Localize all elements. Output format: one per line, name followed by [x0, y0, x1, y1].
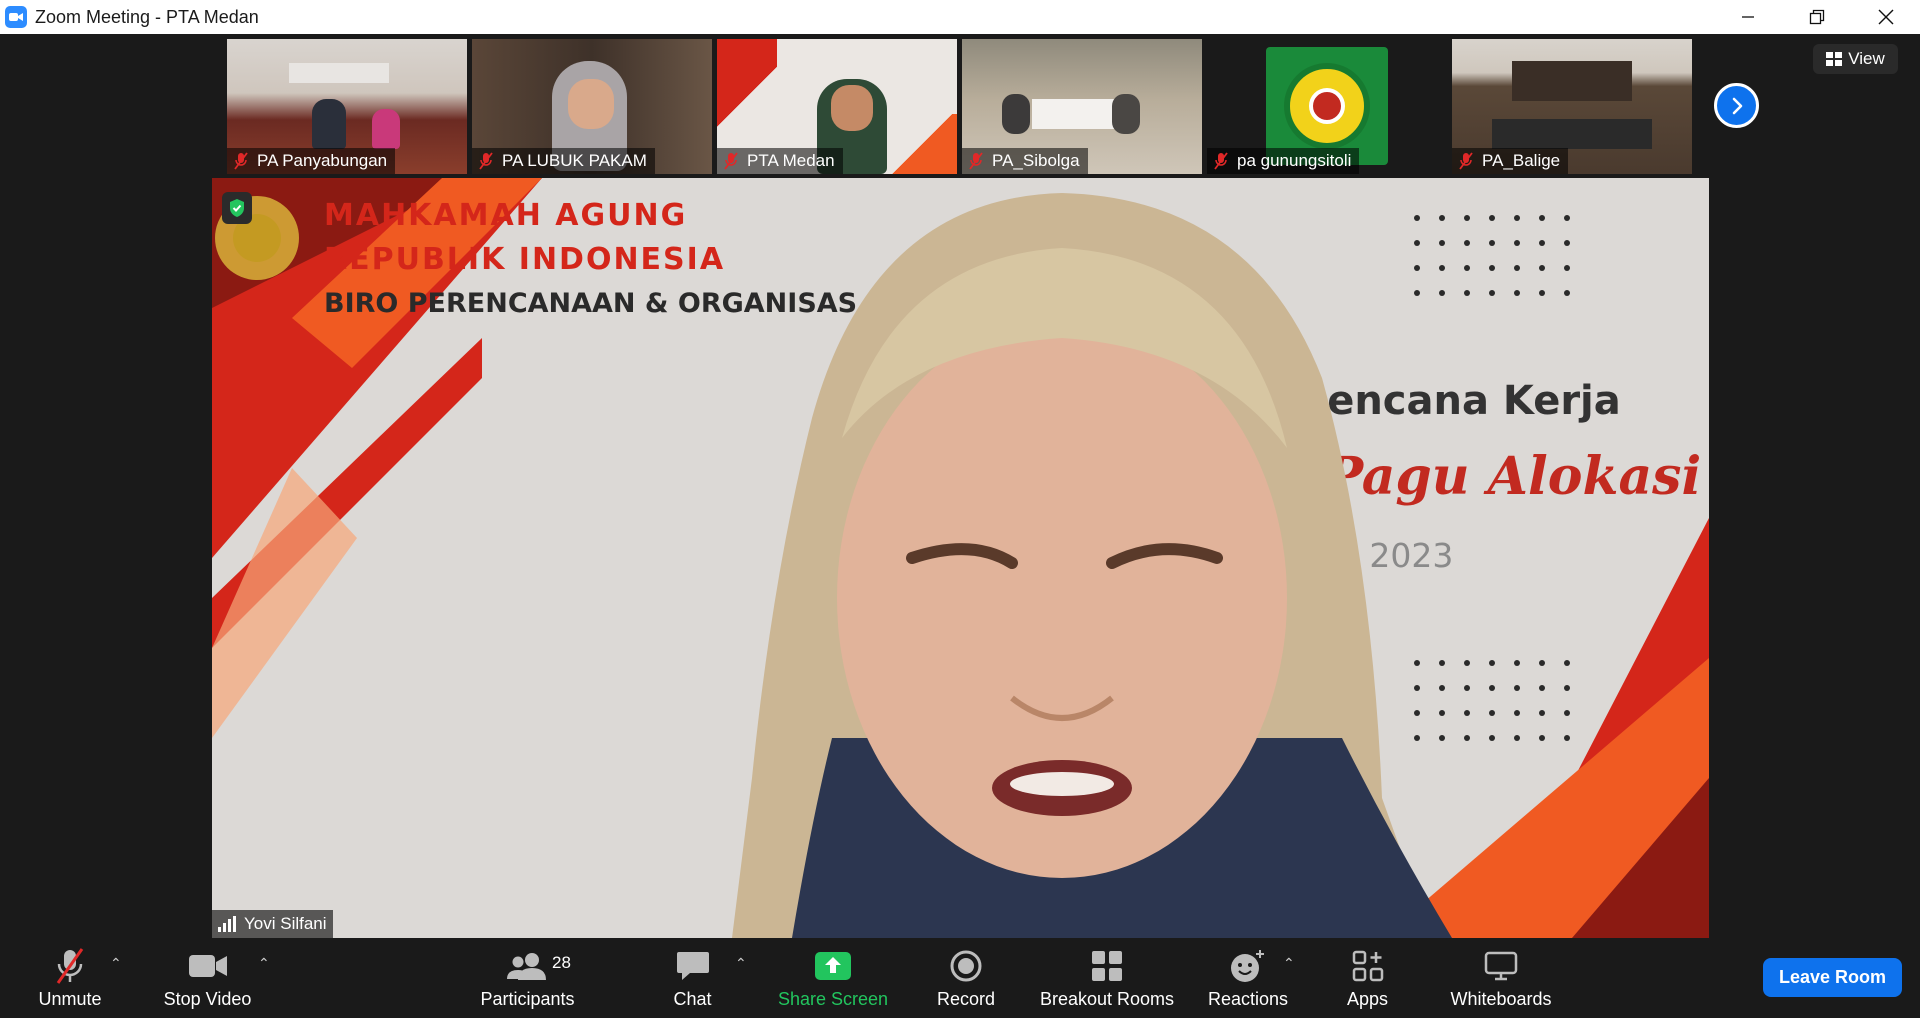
share-screen-label: Share Screen: [777, 989, 889, 1009]
grid-view-icon: [1826, 52, 1843, 66]
chat-bubble-icon: [676, 952, 709, 980]
person-face: [831, 85, 873, 131]
participant-tile-panyabungan[interactable]: PA Panyabungan: [227, 39, 467, 174]
record-label: Record: [936, 989, 996, 1009]
muted-mic-icon: [1214, 152, 1228, 170]
participant-name: PA_Sibolga: [992, 151, 1080, 170]
participant-tile-sibolga[interactable]: PA_Sibolga: [962, 39, 1202, 174]
reactions-options-caret-icon[interactable]: ⌃: [1283, 955, 1295, 972]
participant-name-label: PA_Balige: [1452, 148, 1569, 174]
participant-name-label: pa gunungsitoli: [1207, 148, 1360, 174]
speaker-name-label: Yovi Silfani: [212, 910, 333, 938]
participant-name-label: PTA Medan: [717, 148, 843, 174]
view-label: View: [1848, 49, 1885, 68]
meeting-toolbar: Unmute ⌃ Stop Video ⌃ 28 Participants Ch…: [0, 941, 1920, 1018]
active-speaker-video: MAHKAMAH AGUNG REPUBLIK INDONESIA BIRO P…: [212, 178, 1709, 938]
participant-name-label: PA Panyabungan: [227, 148, 396, 174]
participant-tile-lubuk-pakam[interactable]: PA LUBUK PAKAM: [472, 39, 712, 174]
speaker-name: Yovi Silfani: [244, 914, 327, 933]
unmute-button[interactable]: Unmute: [30, 947, 110, 1017]
person-silhouette: [372, 109, 400, 149]
chat-button[interactable]: Chat: [660, 947, 725, 1017]
participant-name: PTA Medan: [747, 151, 835, 170]
apps-icon: [1352, 950, 1383, 982]
whiteboards-label: Whiteboards: [1450, 989, 1552, 1009]
participants-button[interactable]: 28 Participants: [470, 947, 585, 1017]
unmute-label: Unmute: [38, 989, 102, 1009]
muted-mic-icon: [724, 152, 738, 170]
backdrop-sign: [1512, 61, 1632, 101]
title-bar: Zoom Meeting - PTA Medan: [0, 0, 1920, 34]
stop-video-label: Stop Video: [163, 989, 252, 1009]
participants-icon: [506, 953, 546, 980]
signal-strength-icon: [218, 916, 236, 932]
close-button[interactable]: [1851, 0, 1920, 34]
participant-tile-gunungsitoli[interactable]: pa gunungsitoli: [1207, 39, 1447, 174]
video-options-caret-icon[interactable]: ⌃: [258, 955, 270, 972]
chevron-right-icon: [1732, 97, 1742, 114]
share-screen-button[interactable]: Share Screen: [772, 947, 894, 1017]
muted-mic-icon: [234, 152, 248, 170]
participant-name-label: PA LUBUK PAKAM: [472, 148, 655, 174]
participant-name-label: PA_Sibolga: [962, 148, 1088, 174]
chat-label: Chat: [673, 989, 712, 1009]
record-button[interactable]: Record: [935, 947, 997, 1017]
participant-name: pa gunungsitoli: [1237, 151, 1352, 170]
window-title: Zoom Meeting - PTA Medan: [35, 6, 259, 27]
person-face: [568, 79, 614, 129]
person-silhouette: [1112, 94, 1140, 134]
muted-mic-icon: [479, 152, 493, 170]
reactions-smiley-icon: [1231, 950, 1264, 982]
muted-mic-icon: [969, 152, 983, 170]
person-silhouette: [1002, 94, 1030, 134]
reactions-label: Reactions: [1207, 989, 1289, 1009]
view-button[interactable]: View: [1813, 44, 1898, 74]
record-icon: [950, 950, 982, 982]
breakout-rooms-icon: [1092, 951, 1122, 981]
meeting-stage: PA Panyabungan PA LUBUK PAKAM PTA Medan …: [0, 34, 1920, 941]
person-silhouette: [312, 99, 346, 149]
encryption-shield-icon[interactable]: [222, 192, 252, 224]
zoom-logo-icon: [5, 6, 27, 28]
breakout-rooms-label: Breakout Rooms: [1039, 989, 1175, 1009]
leave-room-button[interactable]: Leave Room: [1763, 958, 1902, 997]
restore-button[interactable]: [1782, 0, 1851, 34]
participant-tile-balige[interactable]: PA_Balige: [1452, 39, 1692, 174]
chat-options-caret-icon[interactable]: ⌃: [735, 955, 747, 972]
participant-tile-pta-medan[interactable]: PTA Medan: [717, 39, 957, 174]
muted-mic-icon: [1459, 152, 1473, 170]
speaker-figure: [732, 193, 1452, 938]
participant-name: PA LUBUK PAKAM: [502, 151, 647, 170]
participants-count: 28: [552, 953, 571, 972]
backdrop-sign: [289, 63, 389, 83]
whiteboard-icon: [1484, 951, 1518, 981]
minimize-button[interactable]: [1713, 0, 1782, 34]
apps-button[interactable]: Apps: [1340, 947, 1395, 1017]
share-screen-icon: [815, 952, 851, 980]
muted-mic-icon: [56, 948, 84, 984]
table-surface: [1492, 119, 1652, 149]
breakout-rooms-button[interactable]: Breakout Rooms: [1038, 947, 1176, 1017]
next-page-button[interactable]: [1714, 83, 1759, 128]
participants-label: Participants: [480, 989, 575, 1009]
video-camera-icon: [188, 955, 227, 977]
slide-decoration: [887, 114, 957, 174]
whiteboards-button[interactable]: Whiteboards: [1447, 947, 1555, 1017]
apps-label: Apps: [1346, 989, 1389, 1009]
participant-name: PA_Balige: [1482, 151, 1561, 170]
reactions-button[interactable]: Reactions: [1207, 947, 1289, 1017]
audio-options-caret-icon[interactable]: ⌃: [110, 955, 122, 972]
participant-name: PA Panyabungan: [257, 151, 388, 170]
stop-video-button[interactable]: Stop Video: [155, 947, 260, 1017]
